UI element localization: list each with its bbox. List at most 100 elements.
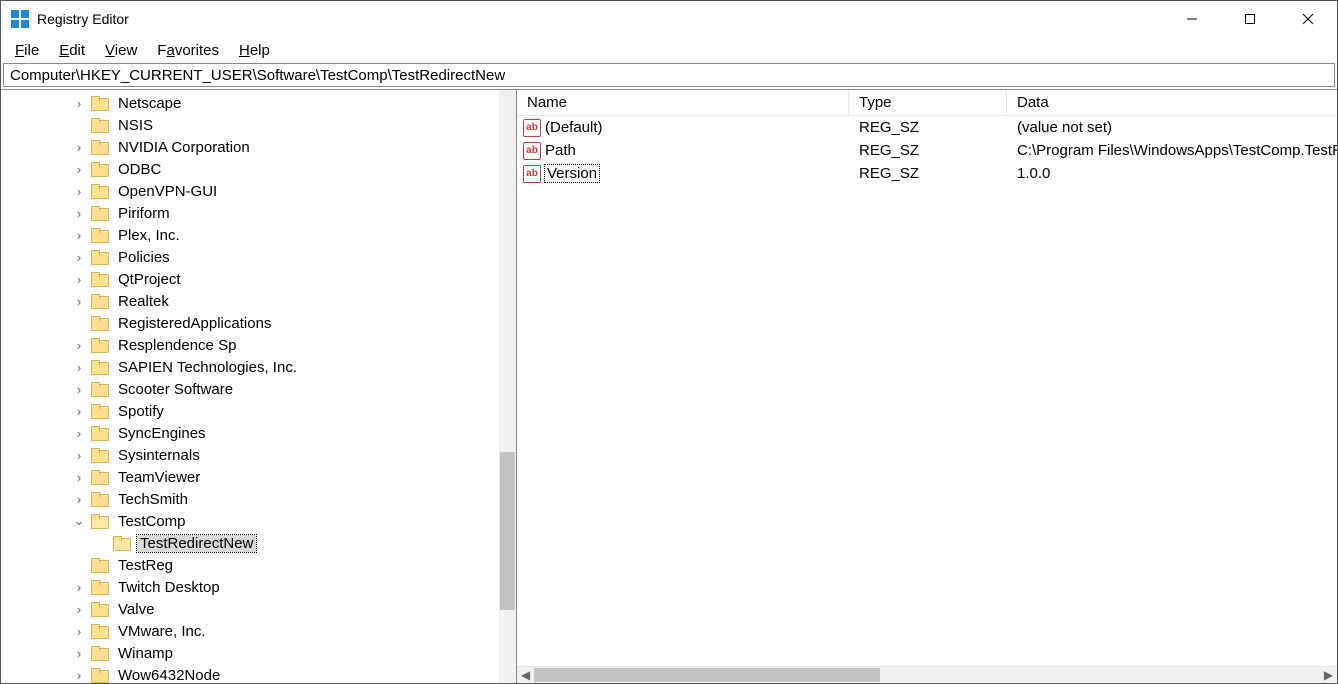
tree-item[interactable]: ›Spotify: [1, 400, 516, 422]
tree-item[interactable]: ›OpenVPN-GUI: [1, 180, 516, 202]
values-pane: Name Type Data ab(Default)REG_SZ(value n…: [517, 90, 1337, 683]
tree-item-label: Realtek: [115, 293, 172, 310]
folder-icon: [91, 227, 109, 243]
chevron-right-icon[interactable]: ›: [71, 95, 87, 111]
values-h-scrollbar[interactable]: ◀ ▶: [517, 666, 1337, 683]
chevron-right-icon[interactable]: ›: [71, 227, 87, 243]
folder-icon: [91, 645, 109, 661]
chevron-right-icon[interactable]: ›: [71, 645, 87, 661]
tree-item-label: TestReg: [115, 557, 176, 574]
tree-item[interactable]: ›Winamp: [1, 642, 516, 664]
menu-help[interactable]: Help: [229, 40, 280, 61]
tree-item[interactable]: › Sysinternals: [1, 444, 516, 466]
column-header-name[interactable]: Name: [517, 90, 849, 115]
chevron-right-icon[interactable]: ›: [71, 403, 87, 419]
tree-item[interactable]: › Realtek: [1, 290, 516, 312]
tree-item[interactable]: ›Plex, Inc.: [1, 224, 516, 246]
chevron-right-icon[interactable]: ›: [71, 579, 87, 595]
tree-item-label: SAPIEN Technologies, Inc.: [115, 359, 300, 376]
folder-icon: [91, 139, 109, 155]
tree-item[interactable]: ›SyncEngines: [1, 422, 516, 444]
tree-item-label: TestRedirectNew: [137, 535, 256, 552]
tree-item-label: Sysinternals: [115, 447, 203, 464]
tree-item[interactable]: ⌄ TestComp: [1, 510, 516, 532]
chevron-right-icon[interactable]: ›: [71, 491, 87, 507]
tree-item[interactable]: ›Valve: [1, 598, 516, 620]
tree-item-label: ODBC: [115, 161, 164, 178]
tree-item[interactable]: › NVIDIA Corporation: [1, 136, 516, 158]
tree-item[interactable]: ›TeamViewer: [1, 466, 516, 488]
column-header-type[interactable]: Type: [849, 90, 1007, 115]
menu-file[interactable]: File: [5, 40, 49, 61]
menu-favorites[interactable]: Favorites: [147, 40, 229, 61]
tree-item[interactable]: ›QtProject: [1, 268, 516, 290]
menu-view[interactable]: View: [95, 40, 147, 61]
chevron-right-icon: ›: [71, 557, 87, 573]
folder-icon: [91, 403, 109, 419]
value-row[interactable]: ab(Default)REG_SZ(value not set): [517, 116, 1337, 139]
close-button[interactable]: [1279, 1, 1337, 37]
folder-icon: [91, 337, 109, 353]
column-header-data[interactable]: Data: [1007, 90, 1337, 115]
string-value-icon: ab: [523, 142, 541, 160]
tree-item-label: NSIS: [115, 117, 156, 134]
chevron-right-icon[interactable]: ›: [71, 359, 87, 375]
address-bar[interactable]: Computer\HKEY_CURRENT_USER\Software\Test…: [3, 63, 1335, 87]
value-row[interactable]: abPathREG_SZC:\Program Files\WindowsApps…: [517, 139, 1337, 162]
tree-item[interactable]: ›Twitch Desktop: [1, 576, 516, 598]
chevron-right-icon[interactable]: ›: [71, 249, 87, 265]
tree-item-label: Piriform: [115, 205, 173, 222]
tree-item[interactable]: ›TechSmith: [1, 488, 516, 510]
chevron-right-icon[interactable]: ›: [71, 667, 87, 683]
tree-item-label: NVIDIA Corporation: [115, 139, 253, 156]
tree-scroll-thumb[interactable]: [500, 452, 515, 610]
tree-pane: ›Netscape›NSIS›NVIDIA Corporation›ODBC›O…: [1, 90, 517, 683]
folder-icon: [91, 271, 109, 287]
minimize-button[interactable]: [1163, 1, 1221, 37]
chevron-right-icon[interactable]: ›: [71, 381, 87, 397]
tree-item[interactable]: › TestRedirectNew: [1, 532, 516, 554]
tree-item-label: TestComp: [115, 513, 189, 530]
chevron-right-icon[interactable]: ›: [71, 425, 87, 441]
chevron-right-icon: ›: [93, 535, 109, 551]
tree-item[interactable]: › ODBC: [1, 158, 516, 180]
address-text: Computer\HKEY_CURRENT_USER\Software\Test…: [10, 67, 505, 84]
tree-item[interactable]: › Piriform: [1, 202, 516, 224]
folder-icon: [91, 447, 109, 463]
tree-item[interactable]: ›Wow6432Node: [1, 664, 516, 683]
h-scroll-left-icon[interactable]: ◀: [517, 667, 534, 683]
folder-icon: [91, 425, 109, 441]
tree-item[interactable]: ›Netscape: [1, 92, 516, 114]
tree-item[interactable]: ›Resplendence Sp: [1, 334, 516, 356]
tree-item[interactable]: › TestReg: [1, 554, 516, 576]
chevron-right-icon[interactable]: ›: [71, 447, 87, 463]
h-scroll-right-icon[interactable]: ▶: [1320, 667, 1337, 683]
tree-item[interactable]: ›RegisteredApplications: [1, 312, 516, 334]
chevron-right-icon[interactable]: ›: [71, 183, 87, 199]
folder-icon: [91, 491, 109, 507]
h-scroll-thumb[interactable]: [534, 668, 880, 682]
tree-scrollbar[interactable]: [499, 90, 516, 683]
menu-edit[interactable]: Edit: [49, 40, 95, 61]
chevron-right-icon[interactable]: ›: [71, 293, 87, 309]
registry-tree[interactable]: ›Netscape›NSIS›NVIDIA Corporation›ODBC›O…: [1, 90, 516, 683]
values-list[interactable]: ab(Default)REG_SZ(value not set)abPathRE…: [517, 116, 1337, 666]
tree-item[interactable]: ›NSIS: [1, 114, 516, 136]
chevron-right-icon[interactable]: ›: [71, 161, 87, 177]
chevron-right-icon[interactable]: ›: [71, 205, 87, 221]
chevron-right-icon[interactable]: ›: [71, 271, 87, 287]
chevron-right-icon[interactable]: ›: [71, 601, 87, 617]
tree-item[interactable]: ›Scooter Software: [1, 378, 516, 400]
chevron-down-icon[interactable]: ⌄: [71, 513, 87, 529]
tree-item[interactable]: ›VMware, Inc.: [1, 620, 516, 642]
maximize-button[interactable]: [1221, 1, 1279, 37]
tree-item[interactable]: ›Policies: [1, 246, 516, 268]
folder-icon: [91, 205, 109, 221]
chevron-right-icon[interactable]: ›: [71, 623, 87, 639]
chevron-right-icon[interactable]: ›: [71, 337, 87, 353]
chevron-right-icon[interactable]: ›: [71, 469, 87, 485]
folder-icon: [91, 117, 109, 133]
tree-item[interactable]: › SAPIEN Technologies, Inc.: [1, 356, 516, 378]
value-row[interactable]: abVersionREG_SZ1.0.0: [517, 162, 1337, 185]
chevron-right-icon[interactable]: ›: [71, 139, 87, 155]
